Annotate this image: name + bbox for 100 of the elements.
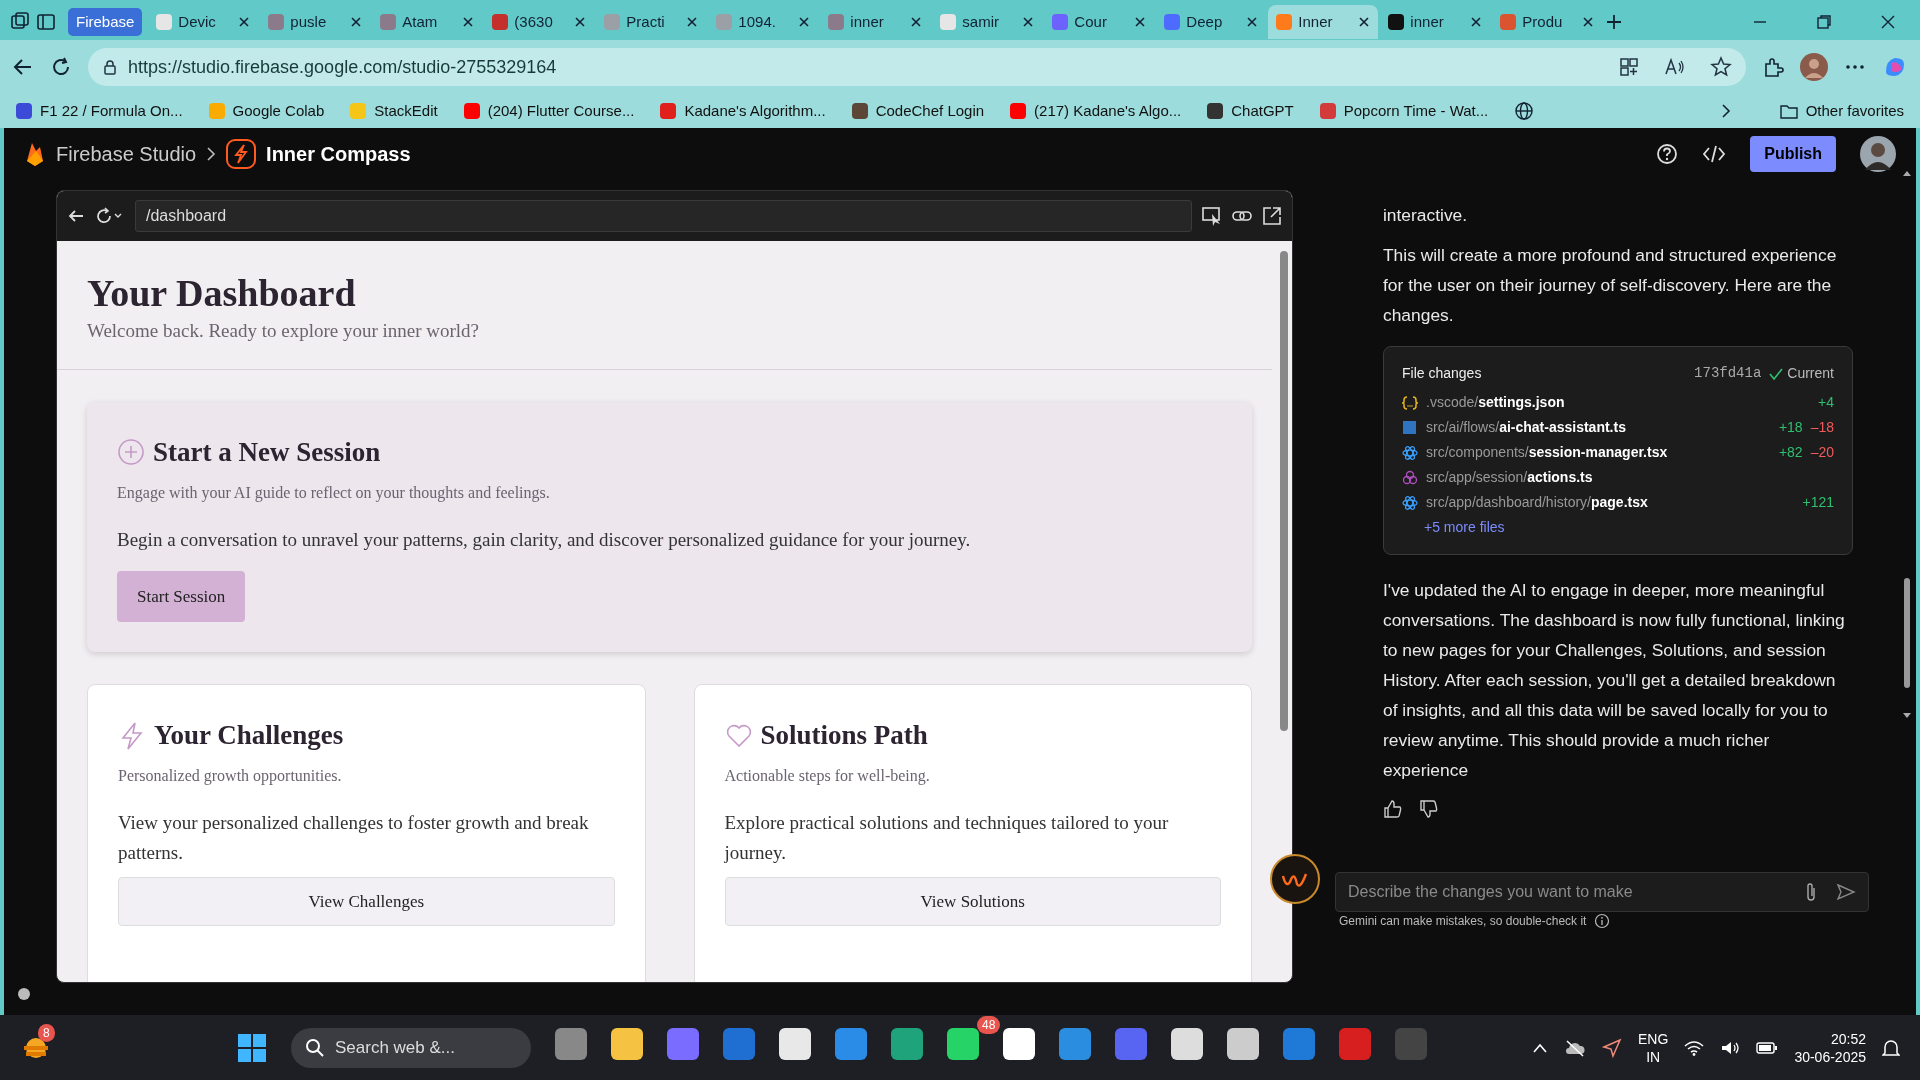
location-arrow-icon[interactable]	[1602, 1037, 1623, 1058]
notification-badge: 48	[977, 1016, 1001, 1034]
chat-input-field[interactable]: Describe the changes you want to make	[1335, 872, 1869, 912]
paperclip-icon[interactable]	[1804, 882, 1818, 902]
browser-tab[interactable]: inner	[820, 5, 931, 39]
view-button[interactable]: View Solutions	[724, 876, 1221, 927]
close-icon[interactable]	[1022, 16, 1035, 28]
browser-tab[interactable]: inner	[1380, 5, 1491, 39]
bookmark-link[interactable]: Kadane's Algorithm...	[660, 99, 826, 123]
more-files-link[interactable]: +5 more files	[1424, 515, 1505, 540]
tab-group-label[interactable]: Firebase	[68, 7, 143, 37]
apps-icon[interactable]	[1618, 56, 1640, 78]
browser-tab[interactable]: Deep	[1156, 5, 1267, 39]
scrollbar-thumb[interactable]	[1280, 251, 1288, 731]
browser-tab[interactable]: (3630	[484, 5, 595, 39]
close-icon[interactable]	[798, 16, 811, 28]
path-field[interactable]: /dashboard	[135, 200, 1192, 232]
send-icon[interactable]	[1836, 882, 1856, 902]
wifi-icon[interactable]	[1684, 1039, 1705, 1056]
lock-icon[interactable]	[102, 59, 118, 75]
favorite-star-icon[interactable]	[1710, 56, 1732, 78]
close-icon[interactable]	[574, 16, 587, 28]
open-external-icon[interactable]	[1262, 206, 1282, 226]
select-element-icon[interactable]	[1202, 206, 1222, 226]
browser-tab[interactable]: Inner	[1268, 5, 1379, 39]
file-path[interactable]: src/app/dashboard/history/page.tsx	[1426, 490, 1648, 515]
plus-circle-icon	[117, 438, 145, 467]
removed-count: –20	[1810, 443, 1834, 462]
page-subtitle: Welcome back. Ready to explore your inner world?	[87, 318, 481, 343]
volume-icon[interactable]	[1720, 1039, 1741, 1056]
close-icon[interactable]	[1358, 16, 1371, 28]
bookmark-link[interactable]: F1 22 / Formula On...	[16, 99, 183, 123]
browser-tab[interactable]: 1094.	[708, 5, 819, 39]
card-subtitle: Personalized growth opportunities.	[118, 766, 343, 787]
profile-avatar-icon[interactable]	[1800, 53, 1828, 81]
close-icon[interactable]	[910, 16, 923, 28]
cloud-off-icon[interactable]	[1564, 1038, 1587, 1057]
rings-icon	[1402, 469, 1418, 486]
bookmark-link[interactable]: CodeChef Login	[851, 99, 985, 123]
start-session-button[interactable]: Start Session	[117, 571, 246, 623]
other-favorites-link[interactable]: Other favorites	[1779, 99, 1904, 123]
view-button[interactable]: View Challenges	[118, 876, 615, 927]
thumbs-up-icon[interactable]	[1383, 799, 1403, 819]
close-icon[interactable]	[1582, 16, 1595, 28]
publish-button[interactable]: Publish	[1750, 136, 1836, 172]
close-icon[interactable]	[686, 16, 699, 28]
browser-tab[interactable]: Atam	[372, 5, 483, 39]
file-path[interactable]: src/app/session/actions.ts	[1426, 465, 1593, 490]
windows-start-icon[interactable]	[237, 1032, 267, 1063]
extensions-icon[interactable]	[1762, 56, 1784, 78]
close-icon[interactable]	[238, 16, 251, 28]
atom-icon	[1402, 494, 1418, 511]
app-logo-icon[interactable]	[1270, 854, 1320, 904]
card-title: Your Challenges	[154, 719, 344, 753]
battery-icon[interactable]	[1756, 1040, 1779, 1055]
chevron-right-icon	[206, 146, 217, 162]
added-count: +18	[1778, 418, 1803, 437]
notification-bell-icon[interactable]	[1882, 1037, 1900, 1058]
file-path[interactable]: src/components/session-manager.tsx	[1426, 440, 1668, 465]
browser-tab[interactable]: samir	[932, 5, 1043, 39]
tab-title: Atam	[402, 11, 438, 32]
bookmark-link[interactable]: Popcorn Time - Wat...	[1319, 99, 1489, 123]
bookmark-link[interactable]: Google Colab	[208, 99, 325, 123]
check-icon	[1769, 366, 1784, 381]
disclaimer-text: Gemini can make mistakes, so double-check it	[1339, 913, 1587, 930]
card-text: Begin a conversation to unravel your patterns, gain clarity, and discover personalized guidance for your journey.	[117, 527, 972, 552]
refresh-icon[interactable]	[50, 56, 72, 78]
close-icon[interactable]	[1470, 16, 1483, 28]
taskbar-search[interactable]: Search web &...	[291, 1027, 531, 1068]
globe-icon[interactable]	[1514, 101, 1535, 121]
code-icon[interactable]	[1702, 143, 1727, 165]
browser-tab[interactable]: Practi	[596, 5, 707, 39]
user-avatar-icon[interactable]	[1860, 136, 1896, 172]
browser-tab[interactable]: Produ	[1492, 5, 1603, 39]
bookmark-link[interactable]: ChatGPT	[1207, 99, 1294, 123]
bookmark-link[interactable]: (217) Kadane's Algo...	[1010, 99, 1182, 123]
close-icon[interactable]	[1880, 14, 1896, 30]
status-dot-icon	[18, 988, 30, 1000]
chevron-right-icon[interactable]	[1719, 103, 1732, 119]
browser-tab[interactable]: Cour	[1044, 5, 1155, 39]
help-icon[interactable]	[1656, 143, 1679, 165]
language-indicator[interactable]: ENG IN	[1638, 1029, 1669, 1066]
clock[interactable]: 20:52 30-06-2025	[1794, 1029, 1866, 1066]
bookmark-link[interactable]: StackEdit	[350, 99, 438, 123]
close-icon[interactable]	[1134, 16, 1147, 28]
close-icon[interactable]	[350, 16, 363, 28]
file-path[interactable]: src/ai/flows/ai-chat-assistant.ts	[1426, 415, 1626, 440]
atom-icon	[1402, 444, 1418, 461]
file-path[interactable]: .vscode/settings.json	[1426, 390, 1565, 415]
card-subtitle: Engage with your AI guide to reflect on your thoughts and feelings.	[117, 482, 551, 504]
close-icon[interactable]	[462, 16, 475, 28]
added-count: +121	[1802, 493, 1834, 512]
bookmark-link[interactable]: (204) Flutter Course...	[463, 99, 635, 123]
address-bar[interactable]: https://studio.firebase.google.com/studio-2755329164	[88, 48, 1746, 86]
restore-icon[interactable]	[1816, 14, 1832, 30]
browser-tab[interactable]: pusle	[260, 5, 371, 39]
close-icon[interactable]	[1246, 16, 1259, 28]
thumbs-down-icon[interactable]	[1419, 799, 1439, 819]
browser-tab[interactable]: Devic	[148, 5, 259, 39]
chevron-up-icon[interactable]	[1532, 1041, 1549, 1054]
